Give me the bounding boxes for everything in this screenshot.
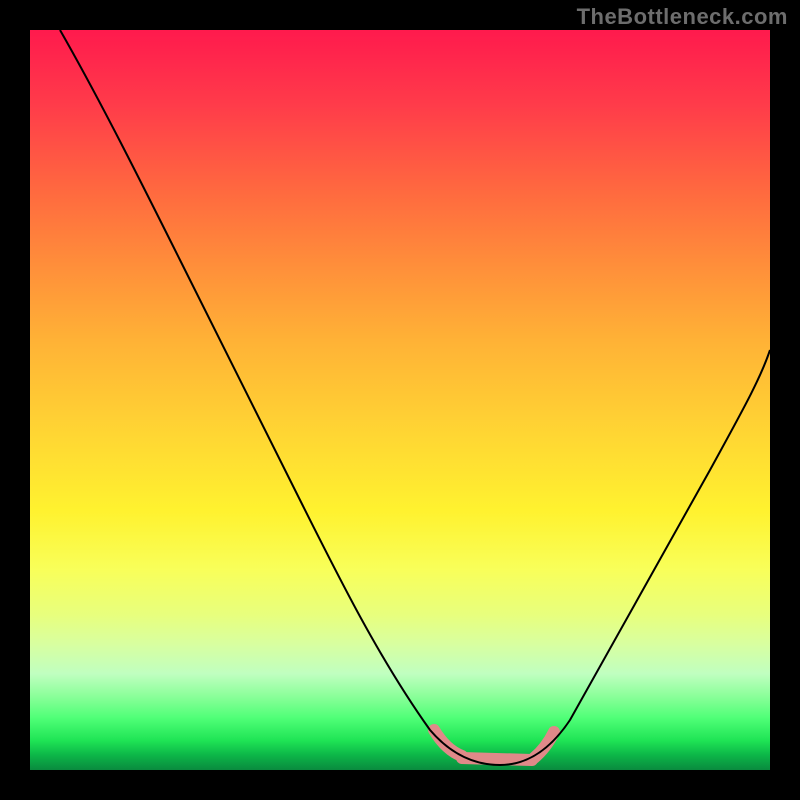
watermark-text: TheBottleneck.com xyxy=(577,4,788,30)
bottleneck-curve xyxy=(60,30,770,765)
highlight-segment-left xyxy=(434,730,462,756)
chart-frame: TheBottleneck.com xyxy=(0,0,800,800)
curve-layer xyxy=(30,30,770,770)
plot-area xyxy=(30,30,770,770)
